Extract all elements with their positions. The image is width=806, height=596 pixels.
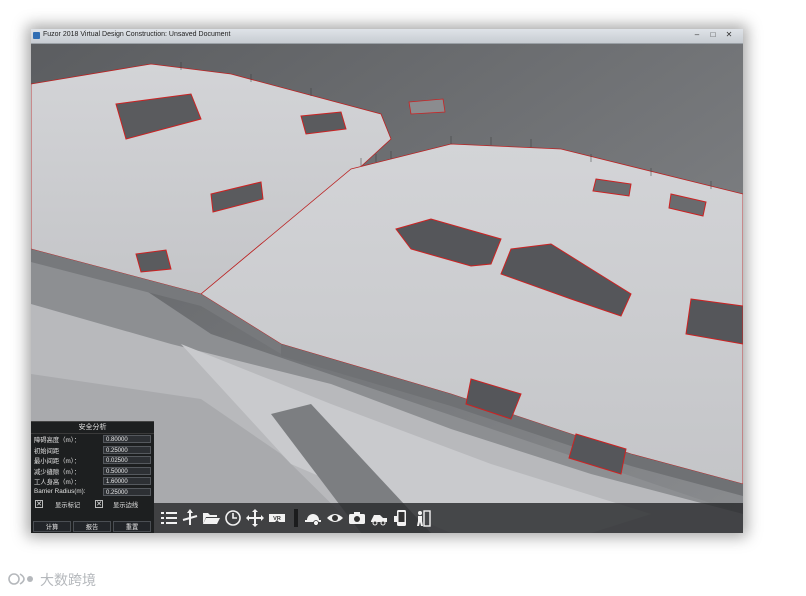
- watermark-text: 大数跨境: [40, 572, 96, 588]
- toolbar-divider: [294, 509, 298, 527]
- param-input[interactable]: 0.02500: [103, 456, 151, 465]
- person-door-icon[interactable]: [414, 509, 432, 527]
- param-input[interactable]: 0.80000: [103, 435, 151, 443]
- eye-icon[interactable]: [326, 509, 344, 527]
- param-label: 减少缝隙（m）：: [34, 468, 81, 476]
- param-label: 工人身高（m）：: [34, 479, 81, 487]
- param-row-barrier-radius: Barrier Radius(m): 0.25000: [31, 487, 154, 498]
- report-button[interactable]: 报告: [73, 521, 111, 532]
- param-label: 障碍高度（m）：: [34, 437, 81, 444]
- clock-icon[interactable]: [224, 509, 242, 527]
- title-bar: Fuzor 2018 Virtual Design Construction: …: [31, 29, 743, 44]
- param-label: Barrier Radius(m):: [34, 487, 86, 495]
- param-input[interactable]: 0.50000: [103, 466, 151, 475]
- pan-arrows-icon[interactable]: [246, 509, 264, 527]
- param-row-worker-height: 工人身高（m）： 1.60000: [31, 476, 154, 487]
- minimize-button[interactable]: –: [691, 30, 703, 40]
- reset-button[interactable]: 重置: [113, 521, 151, 532]
- param-row-barrier-height: 障碍高度（m）： 0.80000: [31, 434, 154, 445]
- param-input[interactable]: 1.60000: [103, 477, 151, 486]
- param-input[interactable]: 0.25000: [103, 445, 151, 454]
- param-input[interactable]: 0.25000: [103, 487, 151, 496]
- maximize-button[interactable]: □: [707, 30, 719, 40]
- param-row-min-spacing: 最小间距（m）： 0.02500: [31, 455, 154, 466]
- camera-icon[interactable]: [348, 509, 366, 527]
- show-markers-label: 显示标记: [55, 501, 81, 509]
- safety-analysis-panel: 安全分析 障碍高度（m）： 0.80000 初始间距 0.25000 最小间距（…: [31, 421, 154, 533]
- phone-icon[interactable]: [392, 509, 410, 527]
- vehicle-icon[interactable]: [370, 509, 388, 527]
- move-axes-icon[interactable]: [181, 509, 199, 527]
- param-row-initial-spacing: 初始间距 0.25000: [31, 445, 154, 456]
- panel-title: 安全分析: [31, 422, 154, 434]
- bottom-toolbar: VR: [154, 503, 743, 533]
- show-edges-checkbox[interactable]: ✕: [95, 499, 103, 508]
- panel-button-row: 计算 报告 重置: [31, 521, 154, 533]
- watermark-logo-icon: [8, 573, 33, 585]
- app-window: Fuzor 2018 Virtual Design Construction: …: [31, 29, 743, 533]
- param-label: 最小间距（m）：: [34, 458, 81, 466]
- close-button[interactable]: ✕: [723, 30, 735, 40]
- checkbox-row: ✕ 显示标记 ✕ 显示边线: [31, 499, 154, 511]
- show-edges-label: 显示边线: [113, 501, 139, 509]
- window-title: Fuzor 2018 Virtual Design Construction: …: [43, 31, 231, 38]
- list-icon[interactable]: [160, 509, 178, 527]
- calculate-button[interactable]: 计算: [33, 521, 71, 532]
- folder-open-icon[interactable]: [202, 509, 220, 527]
- show-markers-checkbox[interactable]: ✕: [35, 499, 43, 508]
- param-row-reduce-gap: 减少缝隙（m）： 0.50000: [31, 466, 154, 477]
- vr-label: VR: [273, 516, 281, 522]
- vr-icon[interactable]: VR: [268, 509, 286, 527]
- param-label: 初始间距: [34, 447, 60, 455]
- app-icon: [33, 32, 40, 39]
- hardhat-icon[interactable]: [304, 509, 322, 527]
